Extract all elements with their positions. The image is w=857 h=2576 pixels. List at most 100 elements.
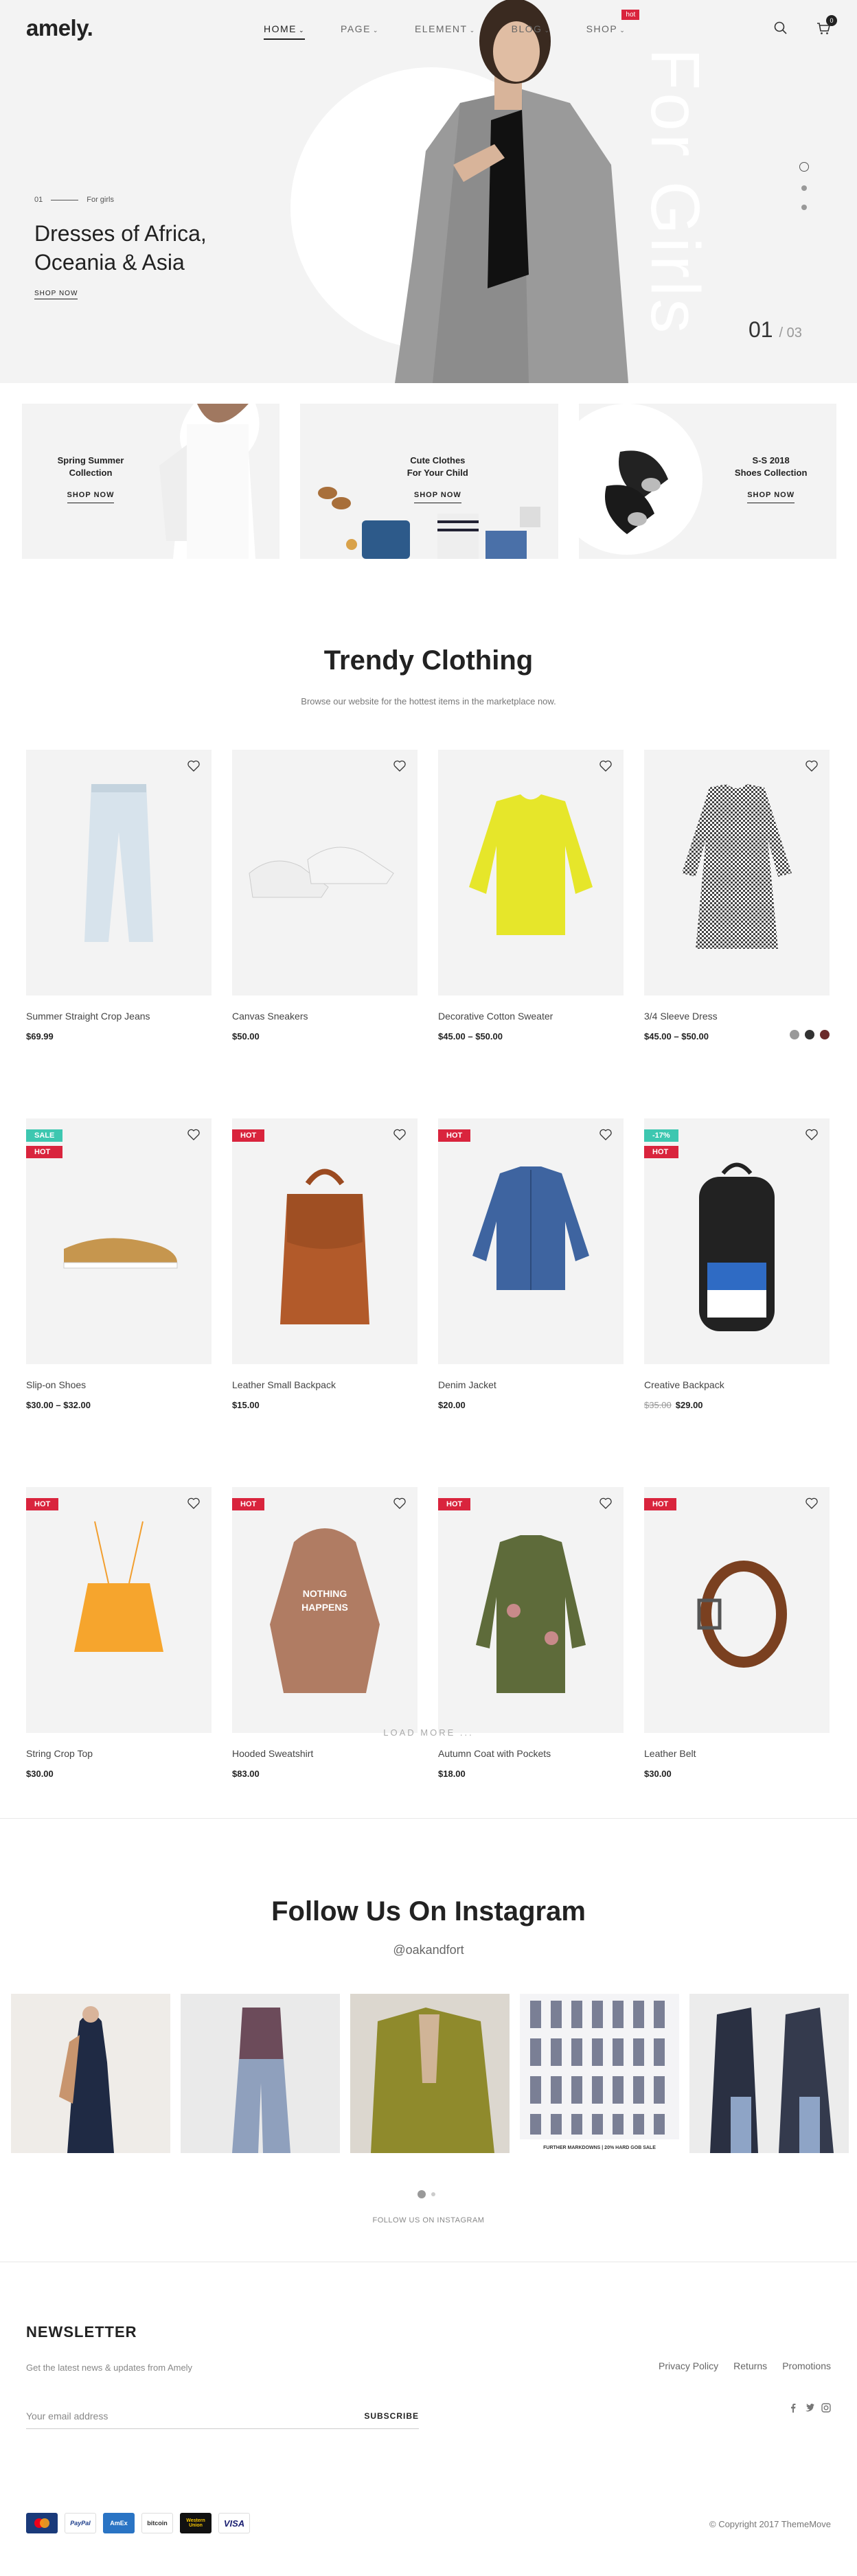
product-card: -17% HOT Creative Backpack $35.00 $29.00	[644, 1118, 830, 1410]
instagram-post[interactable]	[11, 1994, 170, 2153]
instagram-post[interactable]: FURTHER MARKDOWNS | 20% HARD GOB SALE	[520, 1994, 679, 2153]
hot-badge: HOT	[644, 1146, 678, 1158]
product-image[interactable]: HOT	[438, 1487, 624, 1733]
product-name[interactable]: Hooded Sweatshirt	[232, 1748, 418, 1759]
product-price: $69.99	[26, 1031, 54, 1042]
product-name[interactable]: Denim Jacket	[438, 1379, 624, 1390]
payment-methods: PayPal AmEx bitcoin Western Union VISA	[26, 2513, 250, 2533]
wishlist-heart-icon[interactable]	[599, 1128, 613, 1142]
swatch-black[interactable]	[805, 1030, 814, 1039]
email-field[interactable]	[26, 2410, 301, 2422]
product-badges: SALE HOT	[26, 1129, 63, 1158]
nav-home[interactable]: HOME ⌄	[264, 23, 306, 40]
wishlist-heart-icon[interactable]	[805, 1497, 819, 1510]
cart-icon[interactable]: 0	[816, 15, 837, 36]
banner-text: S-S 2018 Shoes Collection SHOP NOW	[716, 455, 826, 503]
hero-title: Dresses of Africa, Oceania & Asia	[34, 220, 207, 277]
hero-dot-3[interactable]	[801, 205, 807, 210]
product-badges: -17% HOT	[644, 1129, 678, 1158]
nav-shop[interactable]: SHOP ⌄ hot	[586, 10, 640, 40]
wishlist-heart-icon[interactable]	[393, 1128, 407, 1142]
sneakers-image	[249, 847, 394, 898]
hero-dot-2[interactable]	[801, 185, 807, 191]
product-badges: HOT	[232, 1498, 265, 1510]
instagram-handle[interactable]: @oakandfort	[0, 1943, 857, 1957]
instagram-dot-2[interactable]	[431, 2192, 435, 2196]
product-image[interactable]: HOT	[644, 1487, 830, 1733]
hot-badge: HOT	[26, 1498, 59, 1510]
crop-top-image	[74, 1521, 163, 1652]
sweater-image	[469, 794, 593, 935]
swatch-burgundy[interactable]	[820, 1030, 830, 1039]
privacy-policy-link[interactable]: Privacy Policy	[659, 2360, 718, 2371]
banner-spring-summer[interactable]: Spring Summer Collection SHOP NOW	[22, 404, 280, 559]
promotions-link[interactable]: Promotions	[782, 2360, 831, 2371]
product-name[interactable]: Decorative Cotton Sweater	[438, 1011, 624, 1022]
mastercard-icon	[26, 2513, 58, 2533]
nav-page[interactable]: PAGE ⌄	[341, 23, 379, 40]
wishlist-heart-icon[interactable]	[599, 759, 613, 773]
belt-image	[697, 1561, 787, 1668]
promo-banners: Spring Summer Collection SHOP NOW Cute Cl…	[22, 404, 836, 559]
wishlist-heart-icon[interactable]	[187, 1128, 201, 1142]
hero-dot-1[interactable]	[799, 162, 809, 172]
hot-badge: HOT	[644, 1498, 677, 1510]
nav-blog[interactable]: BLOG ⌄	[512, 23, 551, 40]
instagram-photo	[11, 1994, 170, 2153]
wishlist-heart-icon[interactable]	[805, 759, 819, 773]
wishlist-heart-icon[interactable]	[393, 1497, 407, 1510]
product-image[interactable]: HOT	[232, 1118, 418, 1364]
product-name[interactable]: Creative Backpack	[644, 1379, 830, 1390]
banner-shoes-collection[interactable]: S-S 2018 Shoes Collection SHOP NOW	[578, 404, 836, 559]
product-name[interactable]: 3/4 Sleeve Dress	[644, 1011, 830, 1022]
section-divider	[0, 1818, 857, 1819]
wishlist-heart-icon[interactable]	[393, 759, 407, 773]
instagram-post[interactable]	[350, 1994, 510, 2153]
product-image[interactable]	[438, 750, 624, 996]
product-image[interactable]: -17% HOT	[644, 1118, 830, 1364]
nav-element[interactable]: ELEMENT ⌄	[415, 23, 476, 40]
logo[interactable]: amely.	[26, 15, 93, 41]
wishlist-heart-icon[interactable]	[187, 759, 201, 773]
product-image[interactable]	[26, 750, 212, 996]
banner-shop-now-link[interactable]: SHOP NOW	[67, 490, 115, 503]
discount-badge: -17%	[644, 1129, 678, 1142]
returns-link[interactable]: Returns	[733, 2360, 767, 2371]
instagram-post[interactable]	[181, 1994, 340, 2153]
subscribe-button[interactable]: SUBSCRIBE	[364, 2411, 419, 2421]
hero-pagination	[799, 162, 809, 210]
wishlist-heart-icon[interactable]	[187, 1497, 201, 1510]
twitter-icon[interactable]	[805, 2403, 814, 2413]
product-card: 3/4 Sleeve Dress $45.00 – $50.00	[644, 750, 830, 1042]
facebook-icon[interactable]	[788, 2403, 798, 2413]
product-name[interactable]: Summer Straight Crop Jeans	[26, 1011, 212, 1022]
product-grid: Summer Straight Crop Jeans $69.99 Canvas…	[26, 750, 831, 1779]
product-name[interactable]: String Crop Top	[26, 1748, 212, 1759]
product-image[interactable]: HOT	[26, 1487, 212, 1733]
product-name[interactable]: Leather Small Backpack	[232, 1379, 418, 1390]
instagram-post[interactable]	[689, 1994, 849, 2153]
wishlist-heart-icon[interactable]	[599, 1497, 613, 1510]
product-name[interactable]: Canvas Sneakers	[232, 1011, 418, 1022]
instagram-icon[interactable]	[821, 2403, 831, 2413]
instagram-caption: FURTHER MARKDOWNS | 20% HARD GOB SALE	[543, 2146, 656, 2150]
banner-cute-clothes[interactable]: Cute Clothes For Your Child SHOP NOW	[300, 404, 558, 559]
product-name[interactable]: Autumn Coat with Pockets	[438, 1748, 624, 1759]
product-name[interactable]: Slip-on Shoes	[26, 1379, 212, 1390]
load-more-button[interactable]: LOAD MORE ...	[0, 1727, 857, 1738]
product-image[interactable]	[232, 750, 418, 996]
hero-shop-now-link[interactable]: SHOP NOW	[34, 290, 78, 299]
product-image[interactable]: SALE HOT	[26, 1118, 212, 1364]
product-name[interactable]: Leather Belt	[644, 1748, 830, 1759]
follow-instagram-link[interactable]: FOLLOW US ON INSTAGRAM	[0, 2216, 857, 2224]
product-card: HOT Denim Jacket $20.00	[438, 1118, 624, 1410]
instagram-dot-1[interactable]	[418, 2190, 426, 2198]
swatch-gray[interactable]	[790, 1030, 799, 1039]
product-image[interactable]: HOT	[438, 1118, 624, 1364]
wishlist-heart-icon[interactable]	[805, 1128, 819, 1142]
product-image[interactable]	[644, 750, 830, 996]
product-image[interactable]: NOTHING HAPPENS HOT	[232, 1487, 418, 1733]
search-icon[interactable]	[773, 21, 788, 36]
product-price: $35.00 $29.00	[644, 1400, 703, 1410]
banner-shop-now-link[interactable]: SHOP NOW	[747, 490, 795, 503]
